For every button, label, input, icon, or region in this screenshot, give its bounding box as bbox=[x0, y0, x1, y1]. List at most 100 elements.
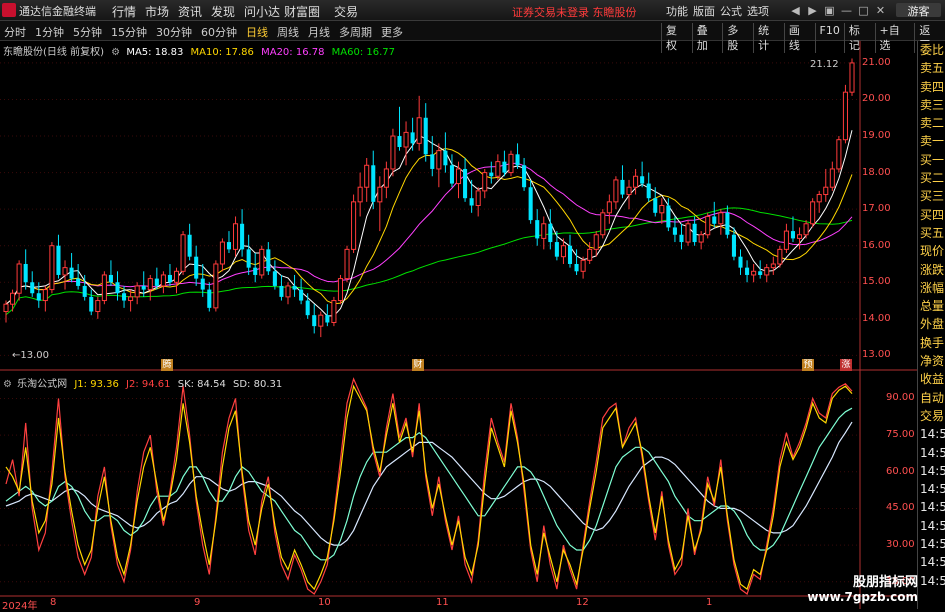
event-marker[interactable]: 财 bbox=[412, 359, 424, 371]
candle-body bbox=[371, 165, 376, 202]
period-toolbar: 分时 1分钟 5分钟 15分钟 30分钟 60分钟 日线 周线 月线 多周期 更多 复权 叠加 多股 统计… bbox=[0, 21, 945, 53]
price-tick: 20.00 bbox=[862, 93, 891, 105]
candle-body bbox=[101, 274, 107, 302]
forward-icon[interactable]: ▶ bbox=[807, 4, 818, 17]
candle-body bbox=[810, 201, 816, 225]
candle-body bbox=[712, 216, 717, 224]
candle-body bbox=[842, 91, 848, 141]
indicator-name[interactable]: 乐淘公式网 bbox=[17, 379, 67, 390]
event-marker[interactable]: 涨 bbox=[840, 359, 852, 371]
time-label: 8 bbox=[50, 597, 57, 608]
indicator-lines bbox=[5, 377, 853, 595]
candle-body bbox=[3, 303, 9, 313]
low-price-label: ←13.00 bbox=[12, 350, 50, 361]
event-marker[interactable]: 预 bbox=[802, 359, 814, 371]
menu-layout[interactable]: 版面 bbox=[693, 3, 720, 19]
period-tab[interactable]: 多周期 bbox=[339, 24, 372, 40]
ma60-value: MA60: 16.77 bbox=[331, 47, 396, 58]
candle-body bbox=[76, 278, 81, 286]
menu-trade[interactable]: 交易 bbox=[334, 3, 367, 20]
candle-body bbox=[272, 271, 277, 286]
indicator-tick: 30.00 bbox=[886, 539, 915, 551]
candle-body bbox=[416, 117, 422, 144]
layout-icon[interactable]: ▣ bbox=[824, 4, 835, 17]
maximize-icon[interactable]: □ bbox=[858, 4, 869, 17]
candle-body bbox=[423, 117, 428, 155]
period-tab[interactable]: 更多 bbox=[381, 24, 403, 40]
candle-body bbox=[613, 179, 619, 203]
guest-button[interactable]: 游客 bbox=[896, 3, 941, 18]
period-tab[interactable]: 周线 bbox=[277, 24, 299, 40]
settings-icon[interactable]: ⚙ bbox=[111, 47, 120, 58]
sidebar-item: 卖一 bbox=[920, 134, 945, 149]
back-icon[interactable]: ◀ bbox=[790, 4, 801, 17]
indicator-tick: 60.00 bbox=[886, 465, 915, 477]
ma20-path bbox=[5, 162, 853, 305]
sidebar-item: 卖三 bbox=[920, 97, 945, 112]
candle-body bbox=[554, 242, 559, 257]
app-logo-icon bbox=[2, 3, 16, 17]
candle-body bbox=[134, 285, 140, 298]
candle-body bbox=[698, 234, 704, 243]
ma20-line bbox=[5, 162, 853, 305]
close-icon[interactable]: ✕ bbox=[875, 4, 886, 17]
period-tab[interactable]: 60分钟 bbox=[201, 24, 237, 40]
menu-wealth[interactable]: 财富圈 bbox=[284, 3, 334, 20]
candle-body bbox=[36, 293, 41, 301]
period-tab[interactable]: 30分钟 bbox=[156, 24, 192, 40]
candle-body bbox=[502, 161, 507, 173]
menu-formula[interactable]: 公式 bbox=[720, 3, 747, 19]
candle-body bbox=[200, 278, 205, 290]
event-marker[interactable]: 腾 bbox=[161, 359, 173, 371]
period-tab[interactable]: 日线 bbox=[246, 24, 268, 40]
period-tab[interactable]: 1分钟 bbox=[35, 24, 64, 40]
candle-body bbox=[738, 256, 743, 268]
sidebar-item: 14:56 bbox=[920, 482, 945, 497]
time-label: 1 bbox=[706, 597, 713, 608]
stock-name[interactable]: 东瞻股份(日线 前复权) bbox=[3, 47, 104, 58]
candle-body bbox=[344, 248, 350, 280]
candle-body bbox=[620, 179, 625, 195]
time-label: 12 bbox=[576, 597, 589, 608]
menu-ask[interactable]: 问小达 bbox=[244, 3, 284, 20]
sidebar-item: 14:56 bbox=[920, 463, 945, 478]
settings-icon[interactable]: ⚙ bbox=[3, 379, 12, 390]
candle-body bbox=[515, 154, 520, 166]
period-tab[interactable]: 月线 bbox=[308, 24, 330, 40]
candle-body bbox=[836, 139, 842, 170]
ma5-line bbox=[5, 130, 853, 317]
price-tick: 14.00 bbox=[862, 312, 891, 324]
candle-body bbox=[259, 248, 265, 276]
candle-body bbox=[685, 223, 691, 243]
menu-quotes[interactable]: 行情 bbox=[112, 3, 145, 20]
candle-body bbox=[436, 150, 442, 170]
candle-body bbox=[803, 223, 809, 236]
menu-function[interactable]: 功能 bbox=[666, 3, 693, 19]
candle-body bbox=[640, 176, 645, 184]
menu-options[interactable]: 选项 bbox=[747, 3, 774, 19]
candle-body bbox=[587, 248, 593, 261]
sidebar-item: 卖四 bbox=[920, 79, 945, 94]
candle-body bbox=[606, 201, 612, 214]
candle-body bbox=[593, 234, 599, 250]
sidebar-item: 涨跌 bbox=[920, 262, 945, 277]
minimize-icon[interactable]: — bbox=[841, 4, 852, 17]
candle-body bbox=[187, 234, 192, 257]
period-tab[interactable]: 5分钟 bbox=[73, 24, 102, 40]
kline-chart[interactable] bbox=[0, 41, 917, 609]
candle-body bbox=[666, 205, 671, 228]
login-status[interactable]: 证券交易未登录 东瞻股份 bbox=[512, 4, 637, 20]
menu-discover[interactable]: 发现 bbox=[211, 3, 244, 20]
period-tab[interactable]: 15分钟 bbox=[111, 24, 147, 40]
candle-body bbox=[626, 186, 632, 196]
sidebar-item: 买四 bbox=[920, 207, 945, 222]
candle-body bbox=[463, 168, 468, 199]
candle-body bbox=[535, 220, 540, 239]
menu-news[interactable]: 资讯 bbox=[178, 3, 211, 20]
right-menu: 功能 版面 公式 选项 bbox=[666, 3, 774, 19]
period-tab[interactable]: 分时 bbox=[4, 24, 26, 40]
candle-body bbox=[600, 212, 606, 236]
ma10-line bbox=[5, 147, 853, 305]
candle-body bbox=[82, 285, 87, 297]
menu-market[interactable]: 市场 bbox=[145, 3, 178, 20]
